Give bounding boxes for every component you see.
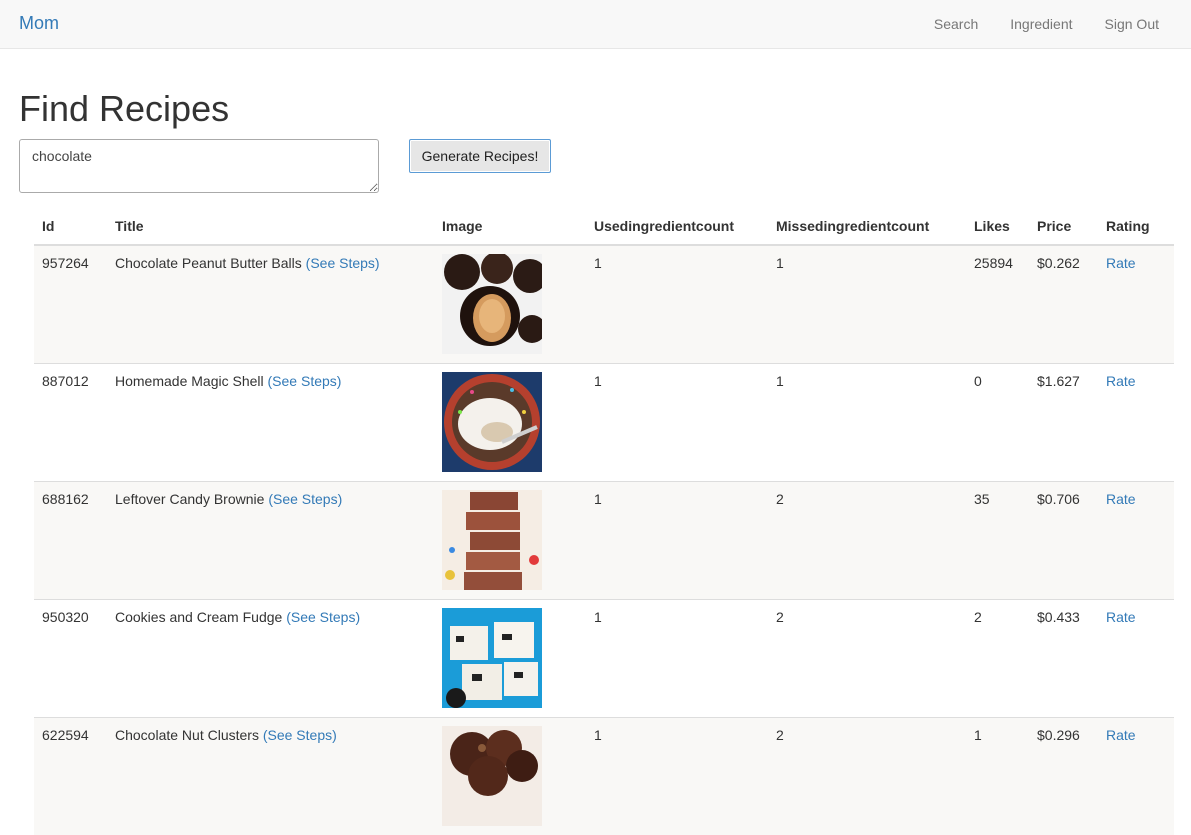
header-title: Title <box>107 207 434 245</box>
cell-id: 688162 <box>34 482 107 600</box>
cell-missed-count: 2 <box>768 600 966 718</box>
rate-link[interactable]: Rate <box>1106 727 1136 743</box>
cell-id: 957264 <box>34 245 107 364</box>
cell-id: 887012 <box>34 364 107 482</box>
recipe-title: Homemade Magic Shell <box>115 373 264 389</box>
cell-price: $0.296 <box>1029 718 1098 835</box>
header-used-count: Usedingredientcount <box>586 207 768 245</box>
see-steps-link[interactable]: (See Steps) <box>268 373 342 389</box>
table-row: 622594 Chocolate Nut Clusters (See Steps… <box>34 718 1174 835</box>
recipe-image[interactable] <box>442 490 542 590</box>
cell-used-count: 1 <box>586 482 768 600</box>
cell-missed-count: 1 <box>768 364 966 482</box>
cell-missed-count: 2 <box>768 482 966 600</box>
cell-rating: Rate <box>1098 245 1174 364</box>
recipe-title: Leftover Candy Brownie <box>115 491 264 507</box>
cell-title: Leftover Candy Brownie (See Steps) <box>107 482 434 600</box>
cell-missed-count: 2 <box>768 718 966 835</box>
page-title: Find Recipes <box>19 88 229 130</box>
table-header-row: Id Title Image Usedingredientcount Misse… <box>34 207 1174 245</box>
cell-price: $1.627 <box>1029 364 1098 482</box>
recipe-title: Cookies and Cream Fudge <box>115 609 282 625</box>
table-row: 887012 Homemade Magic Shell (See Steps) <box>34 364 1174 482</box>
rate-link[interactable]: Rate <box>1106 255 1136 271</box>
rate-link[interactable]: Rate <box>1106 373 1136 389</box>
header-price: Price <box>1029 207 1098 245</box>
cell-rating: Rate <box>1098 718 1174 835</box>
top-navbar: Mom Search Ingredient Sign Out <box>0 0 1191 49</box>
nav-search-link[interactable]: Search <box>918 0 994 49</box>
recipe-title: Chocolate Nut Clusters <box>115 727 259 743</box>
see-steps-link[interactable]: (See Steps) <box>286 609 360 625</box>
cell-image <box>434 600 586 718</box>
recipe-title: Chocolate Peanut Butter Balls <box>115 255 302 271</box>
cell-likes: 1 <box>966 718 1029 835</box>
header-missed-count: Missedingredientcount <box>768 207 966 245</box>
table-row: 688162 Leftover Candy Brownie (See Steps… <box>34 482 1174 600</box>
recipe-image[interactable] <box>442 372 542 472</box>
nav-sign-out-link[interactable]: Sign Out <box>1089 0 1191 49</box>
recipe-image[interactable] <box>442 726 542 826</box>
cell-title: Cookies and Cream Fudge (See Steps) <box>107 600 434 718</box>
cell-used-count: 1 <box>586 364 768 482</box>
cell-rating: Rate <box>1098 600 1174 718</box>
cell-missed-count: 1 <box>768 245 966 364</box>
header-image: Image <box>434 207 586 245</box>
see-steps-link[interactable]: (See Steps) <box>263 727 337 743</box>
nav-links: Search Ingredient Sign Out <box>918 0 1191 49</box>
cell-title: Homemade Magic Shell (See Steps) <box>107 364 434 482</box>
see-steps-link[interactable]: (See Steps) <box>268 491 342 507</box>
recipe-image[interactable] <box>442 608 542 708</box>
cell-used-count: 1 <box>586 245 768 364</box>
recipe-image[interactable] <box>442 254 542 354</box>
cell-price: $0.706 <box>1029 482 1098 600</box>
cell-image <box>434 245 586 364</box>
cell-title: Chocolate Nut Clusters (See Steps) <box>107 718 434 835</box>
cell-image <box>434 718 586 835</box>
cell-id: 622594 <box>34 718 107 835</box>
header-likes: Likes <box>966 207 1029 245</box>
cell-price: $0.262 <box>1029 245 1098 364</box>
cell-image <box>434 364 586 482</box>
cell-likes: 0 <box>966 364 1029 482</box>
cell-image <box>434 482 586 600</box>
header-id: Id <box>34 207 107 245</box>
cell-used-count: 1 <box>586 600 768 718</box>
table-row: 957264 Chocolate Peanut Butter Balls (Se… <box>34 245 1174 364</box>
cell-rating: Rate <box>1098 364 1174 482</box>
table-row: 950320 Cookies and Cream Fudge (See Step… <box>34 600 1174 718</box>
nav-ingredient-link[interactable]: Ingredient <box>994 0 1088 49</box>
cell-title: Chocolate Peanut Butter Balls (See Steps… <box>107 245 434 364</box>
cell-price: $0.433 <box>1029 600 1098 718</box>
recipes-table: Id Title Image Usedingredientcount Misse… <box>34 207 1174 835</box>
rate-link[interactable]: Rate <box>1106 491 1136 507</box>
cell-likes: 25894 <box>966 245 1029 364</box>
cell-rating: Rate <box>1098 482 1174 600</box>
cell-likes: 2 <box>966 600 1029 718</box>
cell-likes: 35 <box>966 482 1029 600</box>
generate-recipes-button[interactable]: Generate Recipes! <box>409 139 551 173</box>
cell-id: 950320 <box>34 600 107 718</box>
brand-link[interactable]: Mom <box>19 13 59 34</box>
cell-used-count: 1 <box>586 718 768 835</box>
rate-link[interactable]: Rate <box>1106 609 1136 625</box>
see-steps-link[interactable]: (See Steps) <box>306 255 380 271</box>
header-rating: Rating <box>1098 207 1174 245</box>
ingredient-search-input[interactable]: chocolate <box>19 139 379 193</box>
